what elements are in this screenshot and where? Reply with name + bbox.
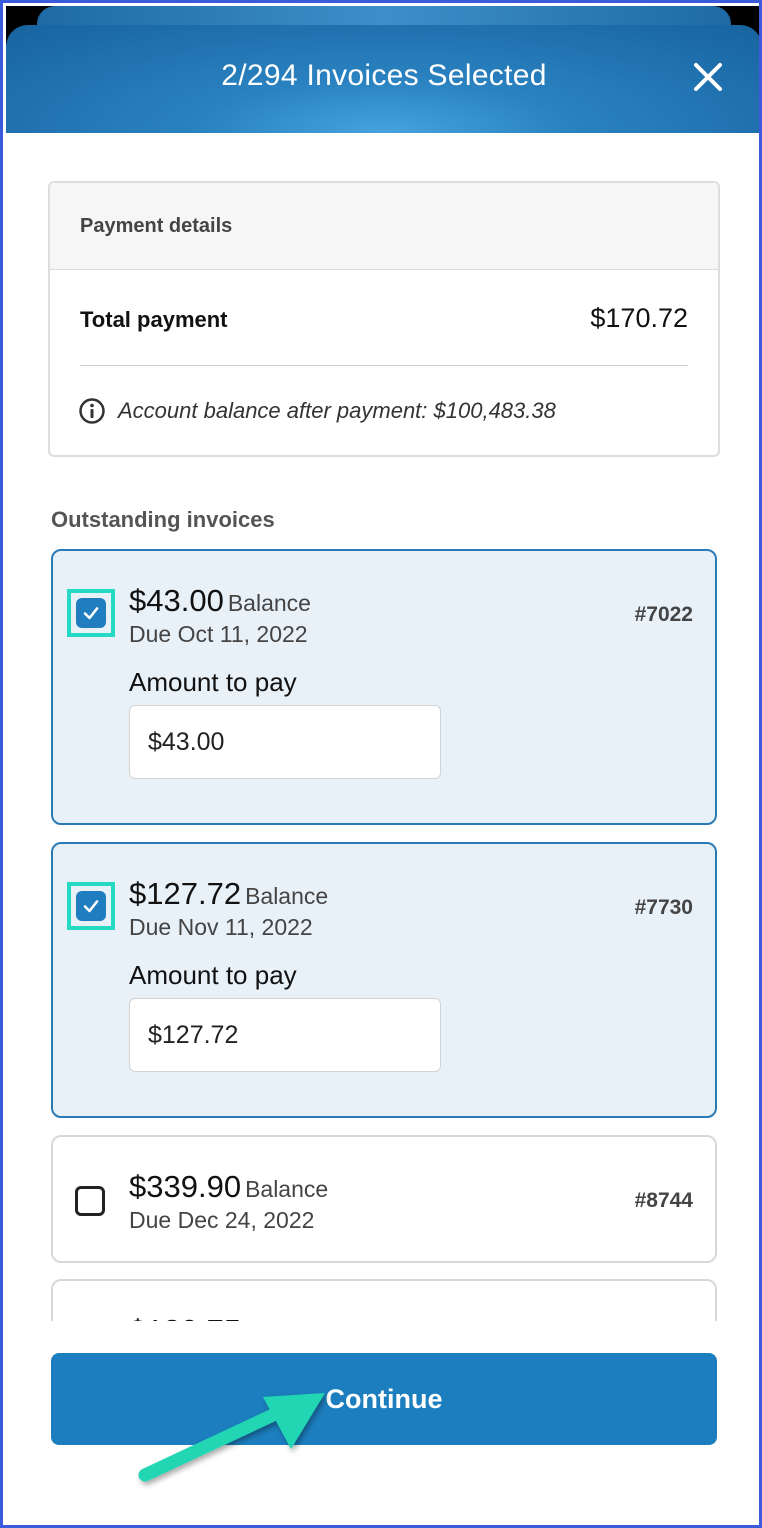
invoice-amount-value: $127.72 xyxy=(129,876,242,911)
app-frame: 2/294 Invoices Selected Payment details … xyxy=(0,0,762,1528)
close-button[interactable] xyxy=(688,57,728,97)
checkbox-checked xyxy=(76,891,106,921)
invoice-checkbox[interactable] xyxy=(67,882,115,930)
balance-after-payment: Account balance after payment: $100,483.… xyxy=(118,398,556,423)
invoice-card[interactable]: $339.90 Balance Due Dec 24, 2022 #8744 xyxy=(51,1135,717,1263)
total-payment-value: $170.72 xyxy=(590,303,688,333)
amount-to-pay-input[interactable] xyxy=(129,998,441,1072)
balance-note-row: Account balance after payment: $100,483.… xyxy=(78,397,556,425)
invoice-checkbox[interactable] xyxy=(67,589,115,637)
invoice-number: #7730 xyxy=(634,896,693,919)
amount-to-pay-label: Amount to pay xyxy=(129,667,297,697)
invoice-card[interactable]: $130.75 xyxy=(51,1279,717,1321)
checkmark-icon xyxy=(83,900,99,913)
invoice-amount: $339.90 Balance xyxy=(129,1169,328,1205)
invoice-due-date: Due Nov 11, 2022 xyxy=(129,914,313,940)
invoice-due-date: Due Dec 24, 2022 xyxy=(129,1207,315,1233)
invoice-card[interactable]: $127.72 Balance Due Nov 11, 2022 #7730 Am… xyxy=(51,842,717,1118)
page-title: 2/294 Invoices Selected xyxy=(221,59,547,92)
payment-details-card: Payment details Total payment $170.72 Ac… xyxy=(48,181,720,457)
balance-label: Balance xyxy=(245,883,329,909)
invoice-amount: $127.72 Balance xyxy=(129,876,328,912)
divider xyxy=(80,365,688,366)
balance-label: Balance xyxy=(245,1176,329,1202)
payment-details-header: Payment details xyxy=(50,183,718,270)
invoice-card[interactable]: $43.00 Balance Due Oct 11, 2022 #7022 Amo… xyxy=(51,549,717,825)
close-icon xyxy=(694,63,722,91)
total-payment-label: Total payment xyxy=(80,307,228,332)
invoice-checkbox[interactable] xyxy=(75,1186,105,1216)
continue-button[interactable]: Continue xyxy=(51,1353,717,1445)
amount-to-pay-input[interactable] xyxy=(129,705,441,779)
invoice-amount: $43.00 Balance xyxy=(129,583,311,619)
invoice-due-date: Due Oct 11, 2022 xyxy=(129,621,308,647)
info-icon xyxy=(79,398,105,424)
invoice-amount-value: $339.90 xyxy=(129,1169,242,1204)
payment-details-heading: Payment details xyxy=(80,215,233,237)
checkmark-icon xyxy=(83,607,99,620)
invoice-number: #8744 xyxy=(634,1189,693,1212)
modal-header: 2/294 Invoices Selected xyxy=(6,25,759,133)
amount-to-pay-label: Amount to pay xyxy=(129,960,297,990)
invoice-amount-value: $130.75 xyxy=(129,1313,241,1321)
invoice-amount-value: $43.00 xyxy=(129,583,224,618)
balance-label: Balance xyxy=(227,590,311,616)
checkbox-checked xyxy=(76,598,106,628)
outstanding-invoices-heading: Outstanding invoices xyxy=(51,507,275,532)
invoice-number: #7022 xyxy=(634,603,693,626)
invoice-card-partial: $130.75 xyxy=(51,1279,717,1321)
